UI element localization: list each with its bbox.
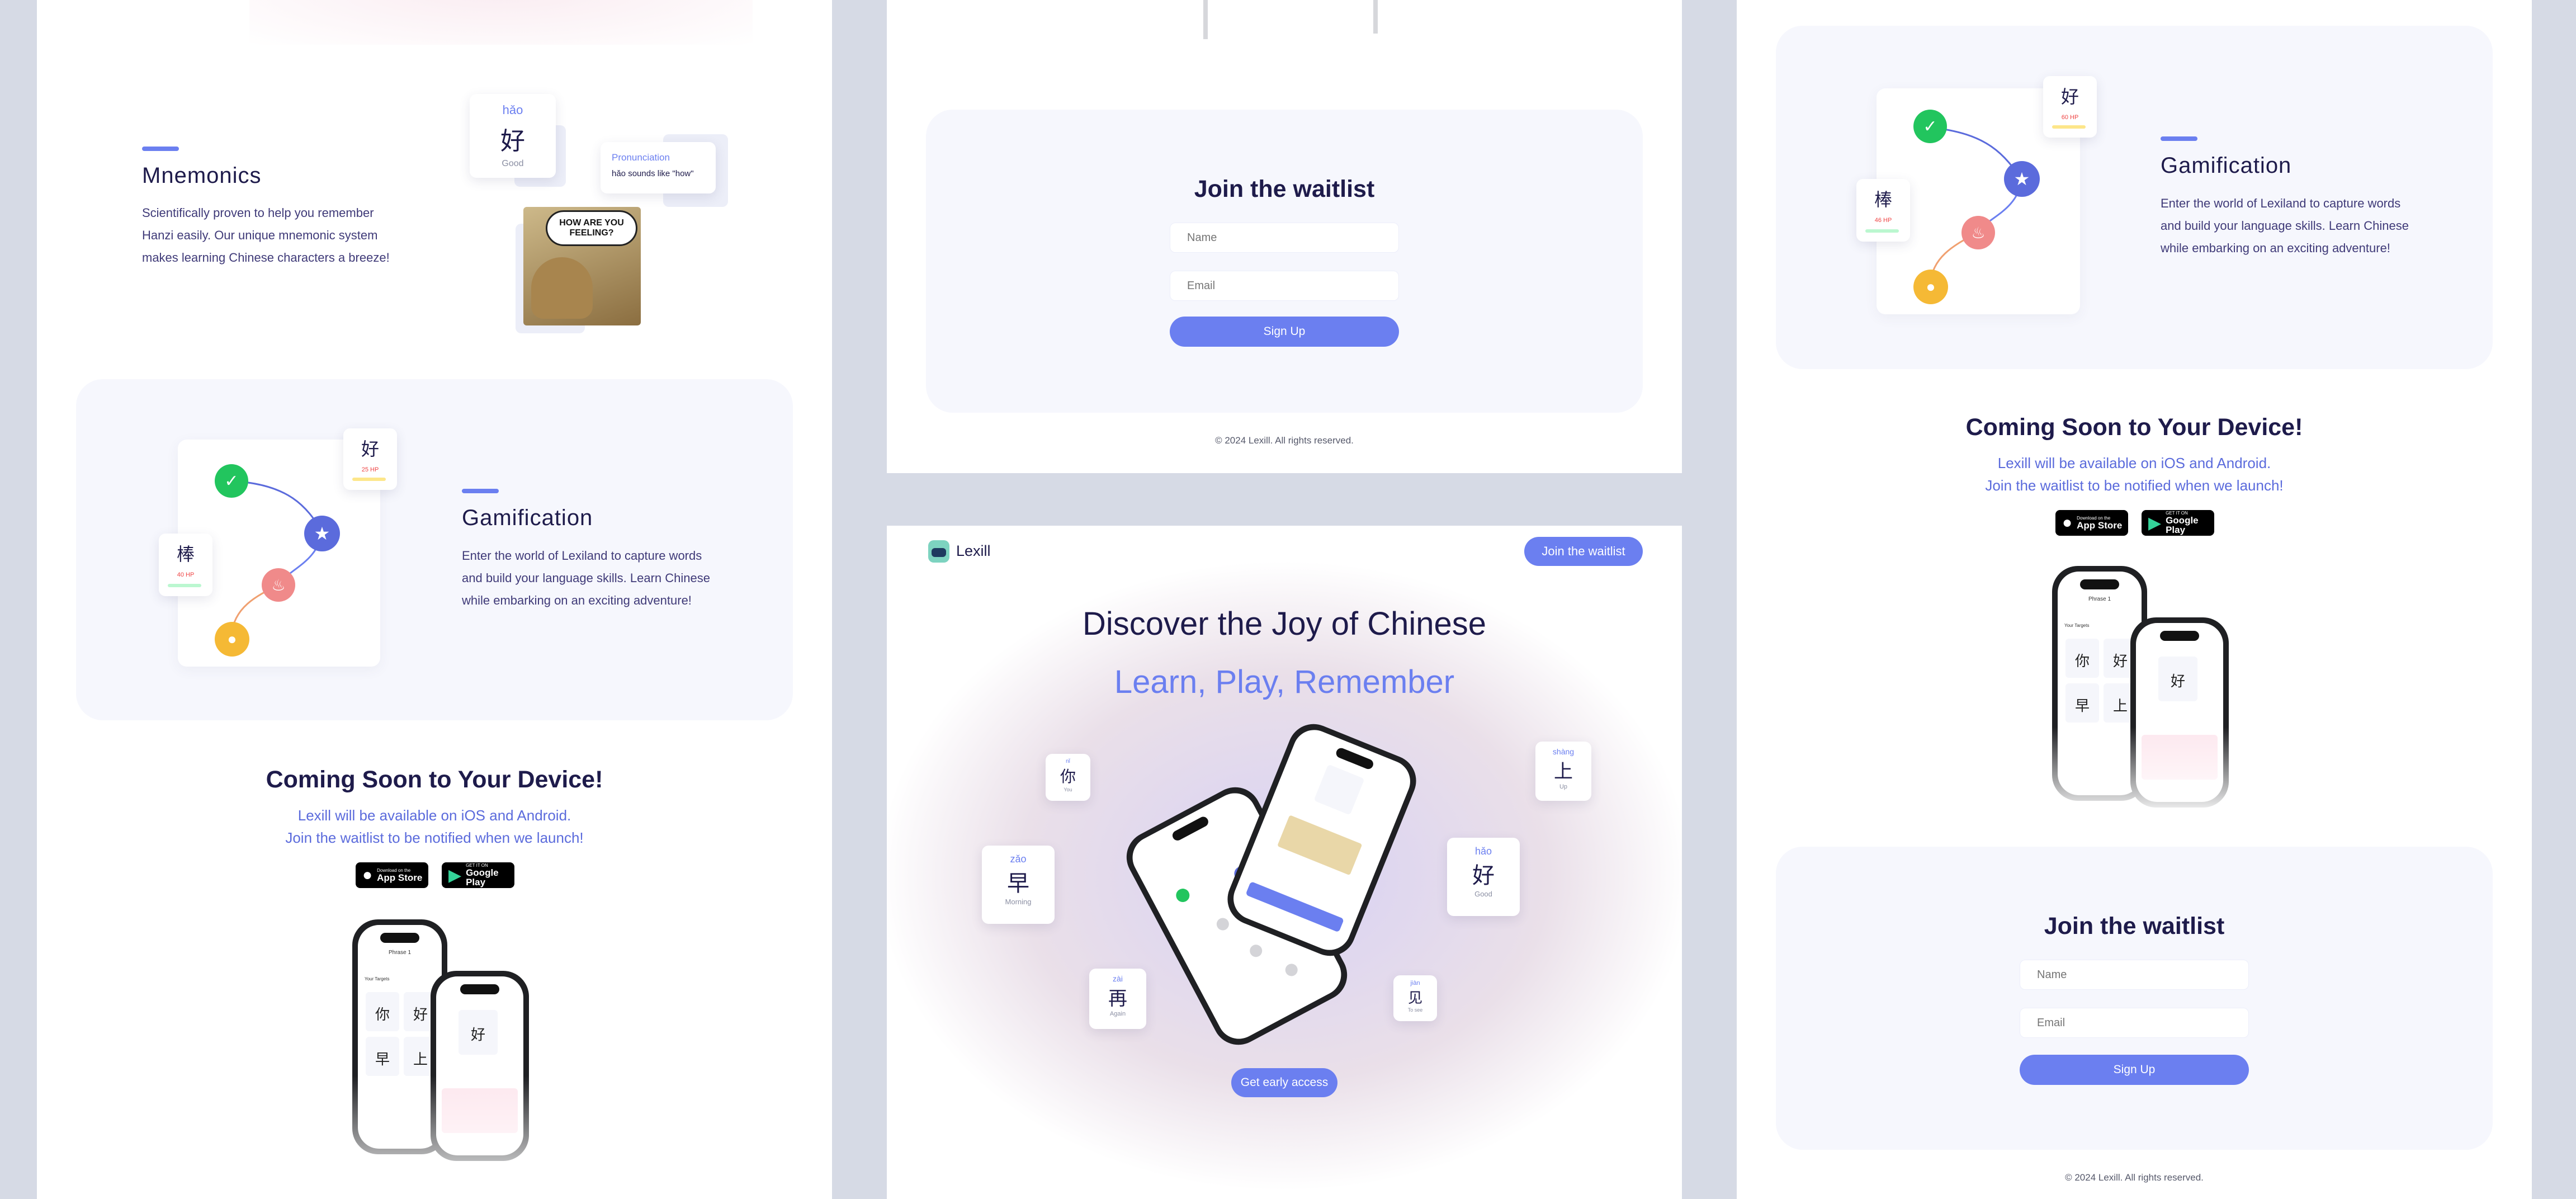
app-store-button[interactable]: ● Download on the App Store [2055, 510, 2128, 536]
phone-path-node [1214, 915, 1231, 933]
apple-icon: ● [362, 866, 373, 884]
phone-bottom-edge [1203, 0, 1208, 39]
phone-path-check-icon [1174, 886, 1192, 905]
coming-soon-line2: Join the waitlist to be notified when we… [285, 829, 584, 846]
gamification-word-card-left-right: 棒 46 HP [1856, 179, 1910, 242]
star-node-icon[interactable]: ★ [2004, 161, 2040, 197]
gamification-description: Enter the world of Lexiland to capture w… [462, 549, 710, 607]
hp-bar [1865, 229, 1899, 233]
preview-char: 好 [2158, 657, 2197, 701]
mnemonics-description: Scientifically proven to help you rememb… [142, 206, 390, 265]
right-panel: ✓ ★ ♨ ● 好 60 HP 棒 46 HP Gamification Ent… [1737, 0, 2532, 1199]
fire-node-icon[interactable]: ♨ [262, 568, 295, 602]
phone-bottom-edge-right [1373, 0, 1378, 34]
hero-card-zao: zǎo 早 Morning [982, 846, 1055, 924]
phone-path-node [1283, 961, 1300, 979]
middle-top-panel: Join the waitlist Sign Up © 2024 Lexill.… [887, 0, 1682, 473]
brand-logo-icon [928, 540, 949, 563]
footer-copyright: © 2024 Lexill. All rights reserved. [1215, 435, 1354, 446]
coming-soon-line1: Lexill will be available on iOS and Andr… [297, 807, 571, 824]
preview-char: 好 [459, 1010, 498, 1055]
trophy-node-icon[interactable]: ● [215, 622, 249, 657]
mnemonic-image: HOW ARE YOU FEELING? [523, 207, 641, 325]
gamification-title: Gamification [462, 506, 593, 530]
footer-copyright-right: © 2024 Lexill. All rights reserved. [2065, 1172, 2204, 1183]
coming-soon-line1-right: Lexill will be available on iOS and Andr… [1997, 455, 2271, 471]
phone-preview-title: Phrase 1 [388, 950, 412, 956]
speech-bubble: HOW ARE YOU FEELING? [546, 210, 637, 246]
hero-subtitle: Learn, Play, Remember [1114, 664, 1455, 700]
hero-card-hao: hǎo 好 Good [1447, 838, 1520, 916]
gamification-accent-bar [462, 489, 499, 493]
app-store-button[interactable]: ● Download on the App Store [356, 862, 428, 888]
hero-card-zai: zài 再 Again [1089, 969, 1146, 1029]
trophy-node-icon[interactable]: ● [1913, 270, 1948, 304]
google-play-icon: ▶ [448, 866, 462, 885]
pronunciation-card: Pronunciation hǎo sounds like "how" [601, 142, 716, 193]
phone-action-bar [1245, 881, 1344, 933]
star-node-icon[interactable]: ★ [304, 516, 340, 551]
left-panel: Mnemonics Scientifically proven to help … [37, 0, 832, 1199]
hero-card-shang: shàng 上 Up [1535, 742, 1591, 801]
google-play-button[interactable]: ▶ GET IT ON Google Play [2142, 510, 2214, 536]
nav-join-waitlist-button[interactable]: Join the waitlist [1524, 537, 1643, 566]
mnemonics-hanzi-card: hǎo 好 Good [470, 94, 556, 178]
name-input[interactable] [2020, 960, 2249, 990]
coming-soon-title-right: Coming Soon to Your Device! [1965, 414, 2303, 441]
phone-mnemonic-image [1277, 815, 1363, 876]
google-play-button[interactable]: ▶ GET IT ON Google Play [442, 862, 514, 888]
phone-preview-title: Phrase 1 [2088, 596, 2111, 602]
phone-char-card [1313, 764, 1365, 815]
gamification-title-right: Gamification [2161, 153, 2292, 178]
check-node-icon[interactable]: ✓ [215, 464, 248, 498]
phone-path-node [1247, 942, 1265, 960]
email-input[interactable] [1170, 271, 1399, 301]
name-input[interactable] [1170, 223, 1399, 253]
phone-preview-subtitle: Your Targets [365, 976, 390, 981]
preview-char: 你 [366, 992, 399, 1031]
device-fade [37, 1076, 832, 1199]
device-fade-right [1737, 727, 2532, 816]
hero-card-jian: jiàn 见 To see [1393, 975, 1437, 1021]
mnemonics-accent-bar [142, 147, 179, 151]
hp-bar [168, 584, 201, 587]
hero-title: Discover the Joy of Chinese [1082, 606, 1487, 642]
preview-char: 早 [2065, 683, 2099, 723]
gamification-word-card-left: 棒 40 HP [159, 534, 212, 596]
sign-up-button[interactable]: Sign Up [2020, 1055, 2249, 1085]
preview-char: 你 [2065, 639, 2099, 678]
waitlist-title-right: Join the waitlist [2044, 913, 2225, 940]
waitlist-title: Join the waitlist [1194, 176, 1375, 202]
hero-panel: Lexill Join the waitlist Discover the Jo… [887, 526, 1682, 1199]
coming-soon-line2-right: Join the waitlist to be notified when we… [1985, 477, 2284, 494]
get-early-access-button[interactable]: Get early access [1231, 1068, 1337, 1097]
mnemonics-title: Mnemonics [142, 163, 262, 188]
hp-bar [2052, 125, 2086, 129]
sign-up-button[interactable]: Sign Up [1170, 317, 1399, 347]
waitlist-section-right [1776, 847, 2493, 1150]
camel-figure [531, 257, 593, 319]
fire-node-icon[interactable]: ♨ [1961, 216, 1995, 249]
gamification-word-card-top-right: 好 60 HP [2043, 76, 2097, 138]
phone-preview-subtitle: Your Targets [2064, 623, 2090, 628]
hp-bar [352, 478, 386, 481]
gamification-accent-bar-right [2161, 136, 2197, 141]
apple-icon: ● [2062, 513, 2073, 532]
gamification-description-right: Enter the world of Lexiland to capture w… [2161, 196, 2409, 255]
coming-soon-title: Coming Soon to Your Device! [266, 766, 603, 793]
email-input[interactable] [2020, 1008, 2249, 1038]
preview-char: 早 [366, 1037, 399, 1076]
gamification-word-card-top: 好 25 HP [343, 428, 397, 490]
waitlist-section [926, 110, 1643, 413]
brand-name[interactable]: Lexill [956, 542, 991, 560]
hero-card-ni: nǐ 你 You [1046, 754, 1090, 801]
top-glow [249, 0, 753, 45]
check-node-icon[interactable]: ✓ [1913, 110, 1947, 143]
google-play-icon: ▶ [2148, 513, 2162, 532]
